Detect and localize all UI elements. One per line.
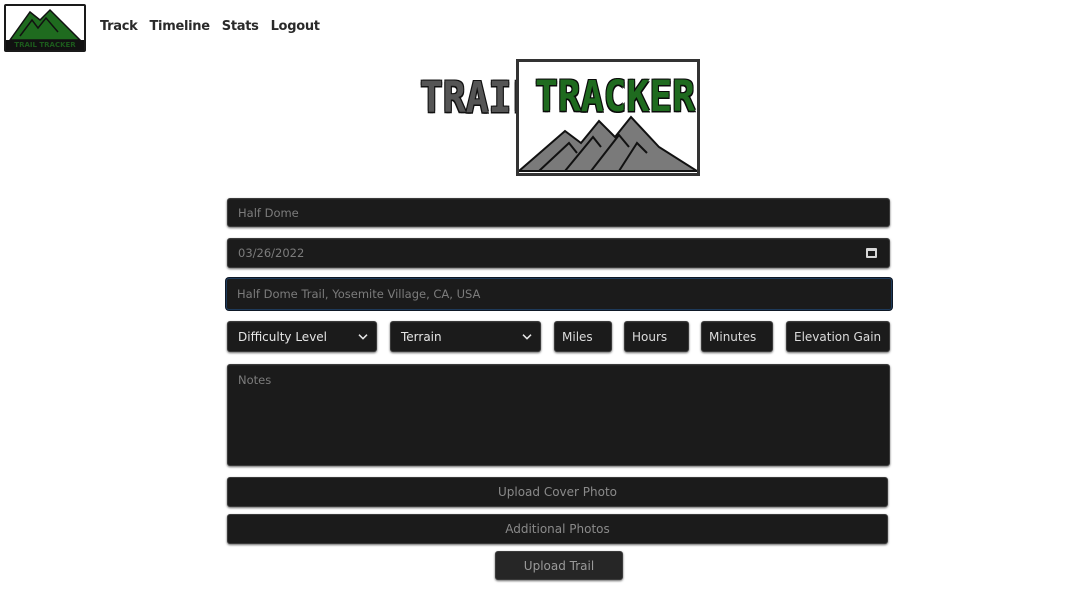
miles-placeholder: Miles (562, 329, 593, 344)
brand-box: TRACKER (516, 59, 700, 176)
hours-input[interactable]: Hours (624, 321, 689, 352)
location-value: Half Dome Trail, Yosemite Village, CA, U… (237, 287, 481, 301)
location-field[interactable]: Half Dome Trail, Yosemite Village, CA, U… (226, 278, 892, 310)
notes-placeholder: Notes (238, 373, 272, 387)
date-field[interactable]: 03/26/2022 (227, 238, 890, 268)
upload-cover-photo-label: Upload Cover Photo (497, 485, 618, 499)
difficulty-selected-value: Difficulty Level (238, 329, 328, 344)
additional-photos-button[interactable]: Additional Photos (227, 514, 888, 544)
brand-logo: TRAIL TRACKER (420, 59, 702, 177)
difficulty-select[interactable]: Difficulty Level (227, 321, 377, 352)
mountain-logo-icon (8, 8, 82, 41)
nav-logo-text: TRAIL TRACKER (14, 41, 76, 49)
miles-input[interactable]: Miles (554, 321, 612, 352)
nav-link-timeline[interactable]: Timeline (149, 19, 210, 34)
chevron-down-icon (358, 333, 368, 340)
main-nav: Track Timeline Stats Logout (100, 19, 320, 34)
notes-textarea[interactable]: Notes (227, 364, 890, 466)
calendar-icon[interactable] (866, 248, 877, 258)
minutes-input[interactable]: Minutes (701, 321, 773, 352)
trail-name-value: Half Dome (238, 205, 299, 220)
trail-name-field[interactable]: Half Dome (227, 198, 890, 227)
upload-trail-label: Upload Trail (523, 558, 595, 573)
upload-cover-photo-button[interactable]: Upload Cover Photo (227, 477, 888, 507)
nav-link-logout[interactable]: Logout (271, 19, 320, 34)
minutes-placeholder: Minutes (709, 329, 757, 344)
additional-photos-label: Additional Photos (505, 522, 610, 536)
elevation-gain-placeholder: Elevation Gain (794, 329, 882, 344)
date-value: 03/26/2022 (238, 246, 305, 260)
nav-link-track[interactable]: Track (100, 19, 138, 34)
elevation-gain-input[interactable]: Elevation Gain (786, 321, 890, 352)
mountain-range-icon (519, 115, 697, 172)
nav-logo[interactable]: TRAIL TRACKER (4, 4, 86, 52)
upload-trail-button[interactable]: Upload Trail (495, 551, 623, 580)
terrain-select[interactable]: Terrain (390, 321, 541, 352)
terrain-selected-value: Terrain (401, 329, 442, 344)
hours-placeholder: Hours (632, 329, 668, 344)
chevron-down-icon (522, 333, 532, 340)
nav-link-stats[interactable]: Stats (222, 19, 259, 34)
